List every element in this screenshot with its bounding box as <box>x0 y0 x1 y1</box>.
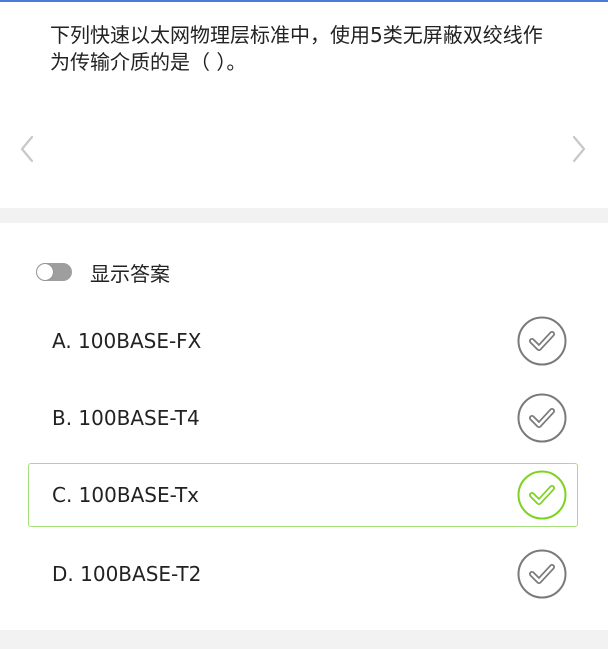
answer-card: 显示答案 A. 100BASE-FX B. 100BASE-T4 C. 100B… <box>0 223 608 630</box>
option-a[interactable]: A. 100BASE-FX <box>28 309 578 373</box>
option-c[interactable]: C. 100BASE-Tx <box>28 463 578 527</box>
toggle-knob <box>37 264 53 280</box>
next-question-button[interactable] <box>566 134 590 164</box>
prev-question-button[interactable] <box>16 134 40 164</box>
bottom-spacer <box>0 630 608 649</box>
option-label: C. 100BASE-Tx <box>52 483 200 507</box>
check-circle-icon <box>517 549 567 599</box>
check-circle-icon <box>517 393 567 443</box>
chevron-right-icon <box>572 135 586 163</box>
option-d[interactable]: D. 100BASE-T2 <box>28 542 578 606</box>
option-label: D. 100BASE-T2 <box>52 562 202 586</box>
question-card: 下列快速以太网物理层标准中，使用5类无屏蔽双绞线作为传输介质的是（ ）。 <box>0 2 608 208</box>
show-answer-toggle[interactable] <box>36 263 72 281</box>
show-answer-row: 显示答案 <box>36 260 170 286</box>
check-circle-icon <box>517 316 567 366</box>
option-label: B. 100BASE-T4 <box>52 406 200 430</box>
show-answer-label: 显示答案 <box>90 261 170 286</box>
option-b[interactable]: B. 100BASE-T4 <box>28 386 578 450</box>
chevron-left-icon <box>20 135 34 163</box>
question-text: 下列快速以太网物理层标准中，使用5类无屏蔽双绞线作为传输介质的是（ ）。 <box>50 23 543 74</box>
option-label: A. 100BASE-FX <box>52 329 202 353</box>
check-circle-selected-icon <box>517 470 567 520</box>
